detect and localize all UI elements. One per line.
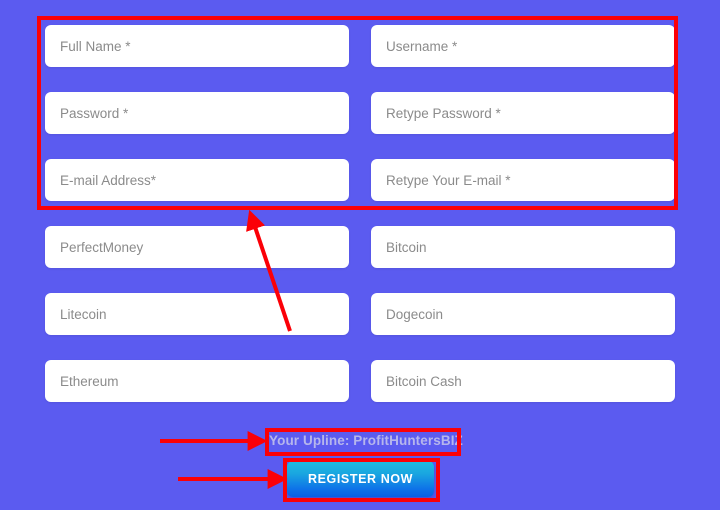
bitcoin-cash-input[interactable] (371, 360, 675, 402)
email-input[interactable] (45, 159, 349, 201)
username-input[interactable] (371, 25, 675, 67)
form-row (45, 25, 675, 67)
form-row (45, 360, 675, 402)
dogecoin-input[interactable] (371, 293, 675, 335)
upline-label: Your Upline: ProfitHuntersBIZ (269, 433, 463, 448)
litecoin-input[interactable] (45, 293, 349, 335)
password-input[interactable] (45, 92, 349, 134)
bitcoin-input[interactable] (371, 226, 675, 268)
form-row (45, 159, 675, 201)
retype-email-input[interactable] (371, 159, 675, 201)
full-name-input[interactable] (45, 25, 349, 67)
retype-password-input[interactable] (371, 92, 675, 134)
registration-page: Your Upline: ProfitHuntersBIZ REGISTER N… (0, 0, 720, 510)
register-now-button[interactable]: REGISTER NOW (287, 461, 434, 497)
ethereum-input[interactable] (45, 360, 349, 402)
form-row (45, 226, 675, 268)
form-row (45, 92, 675, 134)
perfectmoney-input[interactable] (45, 226, 349, 268)
form-row (45, 293, 675, 335)
registration-form (45, 25, 675, 402)
